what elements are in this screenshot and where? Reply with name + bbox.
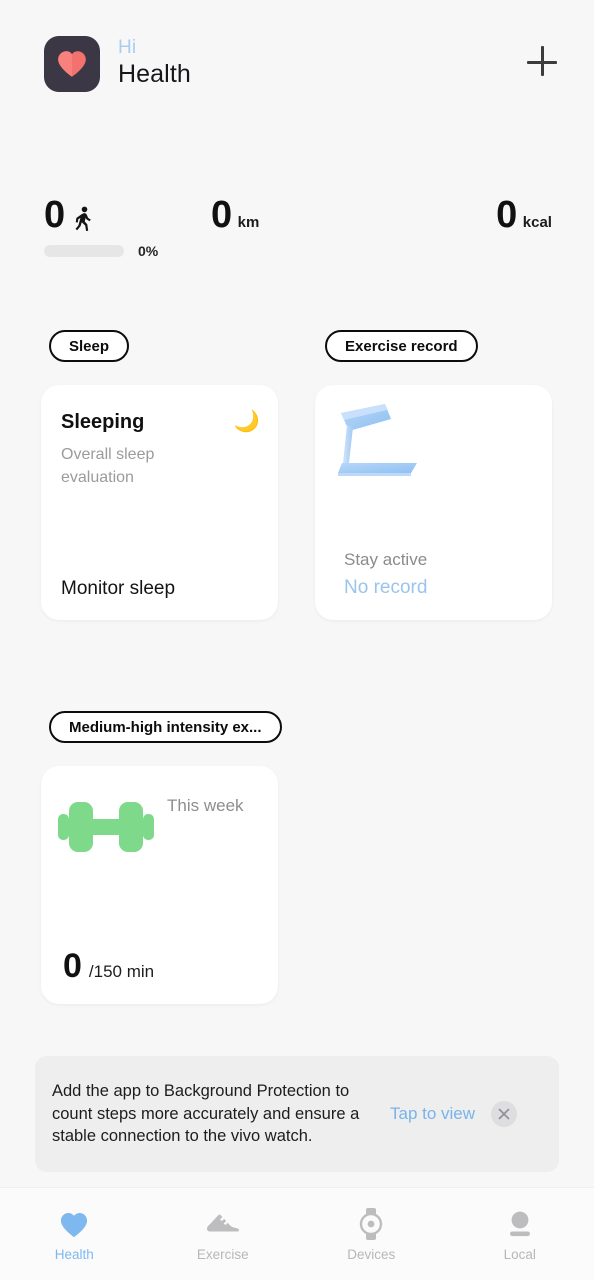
progress-track xyxy=(44,245,124,257)
nav-label-health: Health xyxy=(54,1246,94,1262)
nav-item-exercise[interactable]: Exercise xyxy=(149,1207,298,1262)
distance-value: 0 xyxy=(211,194,232,236)
bottom-navigation: Health Exercise Devices Local xyxy=(0,1187,594,1280)
exercise-caption: Stay active xyxy=(344,550,428,569)
calories-unit: kcal xyxy=(522,214,552,231)
nav-item-devices[interactable]: Devices xyxy=(297,1207,446,1262)
banner-message: Add the app to Background Protection to … xyxy=(52,1081,360,1146)
close-icon[interactable] xyxy=(491,1101,518,1127)
nav-item-health[interactable]: Health xyxy=(0,1207,149,1262)
page-title: Health xyxy=(118,60,191,88)
sleep-card-header: Sleeping 🌙 xyxy=(61,411,260,434)
pill-exercise-record[interactable]: Exercise record xyxy=(325,330,478,362)
walking-person-icon xyxy=(75,206,91,231)
treadmill-icon xyxy=(338,404,417,476)
intensity-card[interactable]: This week 0 /150 min xyxy=(41,766,278,1004)
nav-label-devices: Devices xyxy=(347,1246,396,1262)
monitor-sleep-action[interactable]: Monitor sleep xyxy=(61,578,175,600)
close-icon-glyph xyxy=(498,1108,510,1120)
heart-icon xyxy=(59,1207,89,1241)
sleep-card-subtitle: Overall sleep evaluation xyxy=(61,446,155,487)
exercise-record-card[interactable]: Stay active No record xyxy=(315,385,552,620)
stat-steps[interactable]: 0 xyxy=(44,196,93,234)
nav-item-local[interactable]: Local xyxy=(446,1207,594,1262)
greeting-text: Hi xyxy=(118,37,137,58)
banner-tap-to-view-link[interactable]: Tap to view xyxy=(390,1104,475,1124)
pill-sleep[interactable]: Sleep xyxy=(49,330,130,362)
shoe-icon xyxy=(206,1207,240,1241)
pill-medium-high-intensity[interactable]: Medium-high intensity ex... xyxy=(49,711,282,743)
watch-icon xyxy=(358,1207,384,1241)
stat-distance[interactable]: 0 km xyxy=(211,196,259,234)
plus-icon[interactable] xyxy=(518,38,566,86)
exercise-status: No record xyxy=(344,577,428,598)
intensity-value-row: 0 /150 min xyxy=(63,949,154,983)
progress-label: 0% xyxy=(138,243,159,259)
steps-progress: 0% xyxy=(44,243,158,259)
heart-icon xyxy=(58,51,86,77)
calories-value: 0 xyxy=(496,194,517,236)
stat-calories[interactable]: 0 kcal xyxy=(496,196,552,234)
intensity-goal: /150 min xyxy=(88,962,155,981)
distance-unit: km xyxy=(237,214,260,231)
background-protection-banner: Add the app to Background Protection to … xyxy=(35,1056,559,1172)
dumbbell-icon xyxy=(58,802,154,852)
intensity-value: 0 xyxy=(63,947,82,985)
nav-label-exercise: Exercise xyxy=(196,1246,249,1262)
steps-value: 0 xyxy=(44,194,65,236)
sleep-card[interactable]: Sleeping 🌙 Overall sleep evaluation Moni… xyxy=(41,385,278,620)
crescent-moon-icon: 🌙 xyxy=(233,410,260,433)
sleep-card-title: Sleeping xyxy=(61,411,145,433)
app-logo xyxy=(44,36,100,92)
intensity-period: This week xyxy=(167,796,244,815)
app-header: Hi Health xyxy=(0,0,594,130)
stats-row: 0 0 km 0 kcal xyxy=(0,178,594,234)
person-icon xyxy=(506,1207,534,1241)
nav-label-local: Local xyxy=(503,1246,536,1262)
greeting-block: Hi Health xyxy=(118,36,191,87)
